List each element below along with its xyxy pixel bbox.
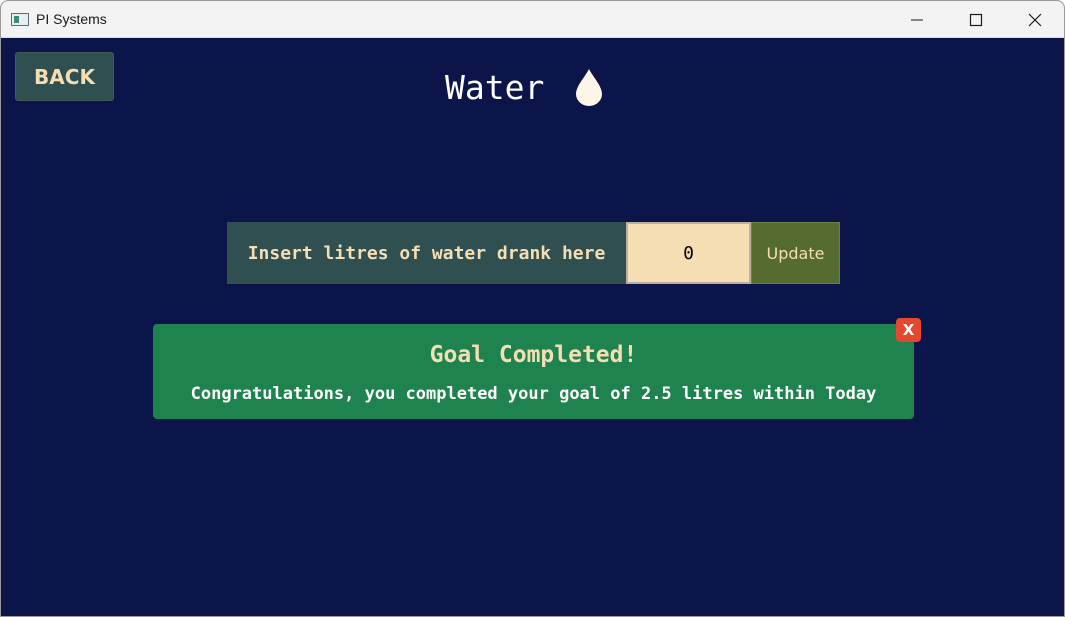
window-title: PI Systems bbox=[36, 11, 107, 27]
title-bar[interactable]: PI Systems bbox=[1, 1, 1064, 38]
maximize-button[interactable] bbox=[947, 1, 1005, 38]
page-header: Water bbox=[445, 64, 604, 110]
alert-title: Goal Completed! bbox=[429, 342, 638, 368]
app-icon bbox=[11, 13, 29, 26]
water-drop-icon bbox=[576, 69, 603, 106]
alert-close-button[interactable]: X bbox=[896, 318, 921, 342]
main-content: BACK Water Insert litres of water drank … bbox=[1, 38, 1064, 616]
litres-input[interactable] bbox=[626, 222, 751, 284]
app-window: PI Systems BACK Water Insert litres of w… bbox=[0, 0, 1065, 617]
goal-completed-alert: Goal Completed! Congratulations, you com… bbox=[153, 324, 914, 419]
alert-message: Congratulations, you completed your goal… bbox=[190, 384, 877, 404]
back-button[interactable]: BACK bbox=[15, 52, 114, 101]
minimize-icon bbox=[911, 19, 923, 21]
litres-input-label: Insert litres of water drank here bbox=[227, 222, 626, 284]
update-button[interactable]: Update bbox=[751, 222, 840, 284]
close-icon bbox=[1028, 13, 1042, 27]
page-title: Water bbox=[445, 67, 545, 107]
maximize-icon bbox=[969, 13, 983, 27]
water-input-row: Insert litres of water drank here Update bbox=[227, 222, 840, 284]
close-window-button[interactable] bbox=[1006, 1, 1064, 38]
minimize-button[interactable] bbox=[888, 1, 946, 38]
